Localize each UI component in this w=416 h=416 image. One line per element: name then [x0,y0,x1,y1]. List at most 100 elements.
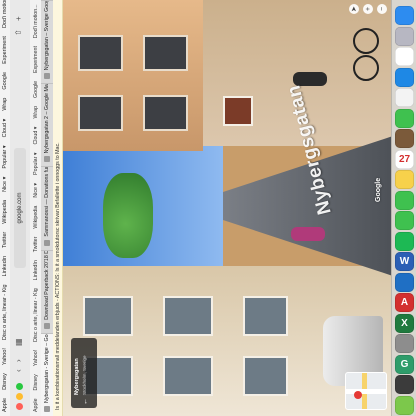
url-text: google.com [17,192,23,224]
browser-tab[interactable]: Nybergsgatan - Sverige – Google Maps [41,332,53,416]
favorite-link[interactable]: Popular ▾ [33,153,39,175]
tree [103,173,153,258]
mini-map[interactable] [345,372,387,410]
toolbar: ‹ › ▦ google.com ⇧ + [10,0,31,416]
keynote-icon[interactable] [395,334,414,353]
favorite-link[interactable]: Cloud ▾ [33,127,39,145]
calendar-icon[interactable]: 27 [395,149,414,169]
tab-label: Nybergsgatan - Sverige – Google Maps [44,332,50,403]
menu-item[interactable]: Twitter [2,232,8,248]
menu-item[interactable]: Nice ▾ [2,177,8,192]
tab-label: Nybergsgatan 2 – Google Maps [44,83,50,154]
browser-tab[interactable]: Nybergsgatan – Sverige Google [41,0,53,84]
window [243,356,288,396]
chrome-icon[interactable] [395,47,414,66]
pedestrian [291,227,325,241]
favorite-link[interactable]: Wrap [33,106,39,119]
share-icon[interactable]: ⇧ [14,29,23,36]
spotify-icon[interactable] [395,231,414,251]
menu-item[interactable]: Popular ▾ [2,145,8,168]
back-arrow-icon[interactable]: ← [82,398,89,405]
browser-tab[interactable]: Download Paperback 20'18 Disbanfo... [41,249,53,333]
tab-bar: Nybergsgatan - Sverige – Google Maps Down… [41,0,53,416]
menu-item[interactable]: Experiment [2,36,8,64]
window [143,35,188,71]
zoom-in-icon[interactable]: + [363,4,373,14]
menu-item[interactable]: Yahoo! [2,348,8,365]
dock: 27 W A X G [391,0,416,416]
dock-icon-glyph: 27 [398,153,411,165]
whatsapp-icon[interactable] [395,190,414,210]
pegman-icon[interactable] [354,391,362,399]
grammarly-icon[interactable]: G [395,354,414,374]
forward-icon[interactable]: › [14,359,23,362]
zoom-window-button[interactable] [16,383,23,390]
street-view-panorama[interactable]: Nybergsgatan ← Nybergsgatan Stockholm, S… [63,0,391,416]
menu-item[interactable]: Disney [2,373,8,390]
messages-icon[interactable] [395,108,414,128]
close-window-button[interactable] [16,403,23,410]
address-bar[interactable]: google.com [14,148,26,268]
favorite-link[interactable]: Yahoo! [33,350,39,366]
dock-icon-glyph: A [400,297,409,308]
favorite-link[interactable]: Experiment [33,46,39,73]
safari-icon[interactable] [395,67,414,87]
new-tab-icon[interactable]: + [14,16,23,21]
favorite-link[interactable]: Google [33,81,39,98]
safari-window: Apple Disney Yahoo! Disc o arte, linear - K… [0,0,391,416]
address-title: Nybergsgatan [74,358,80,395]
photos-icon[interactable] [395,88,414,107]
minimap-road [346,389,386,394]
menu-item[interactable]: Cloud ▾ [2,119,8,138]
favorite-link[interactable]: Disc o arte, linear - Kig [33,288,39,342]
zoom-out-icon[interactable]: − [377,4,387,14]
favorite-link[interactable]: Wikipedia [33,206,39,229]
screen: Apple Disney Yahoo! Disc o arte, linear - K… [0,0,416,416]
window [83,296,133,336]
launchpad-icon[interactable] [395,26,414,46]
minimize-window-button[interactable] [16,393,23,400]
contacts-icon[interactable] [395,129,414,148]
browser-tab[interactable]: Sammanossi — Donations fur Urlau... [41,166,53,250]
green-app-icon[interactable] [395,395,414,415]
tab-favicon-icon [44,406,50,412]
sidebar-icon[interactable]: ▦ [14,338,23,346]
favorite-link[interactable]: Apple [33,398,39,412]
notification-banner: Is it a kombinationsmall meddelanden erb… [53,0,63,416]
camera-icon[interactable] [395,375,414,394]
menu-item[interactable]: Linkedin [2,256,8,277]
favorite-link[interactable]: Dod'i motion... [33,4,39,38]
menu-bar: Apple Disney Yahoo! Disc o arte, linear - K… [0,0,10,416]
address-card[interactable]: ← Nybergsgatan Stockholm, Sverige [71,338,97,408]
excel-icon[interactable]: X [395,313,414,333]
menu-item[interactable]: Wrap [2,98,8,111]
acrobat-icon[interactable]: A [395,293,414,312]
finder-icon[interactable] [395,6,414,25]
menu-item[interactable]: Wikipedia [2,200,8,224]
tab-favicon-icon [44,239,50,246]
favorite-link[interactable]: Disney [33,374,39,390]
menu-item[interactable]: Apple [2,398,8,412]
favorite-link[interactable]: LinkedIn [33,260,39,280]
tab-label: Nybergsgatan – Sverige Google [44,0,50,71]
bicycle-wheel [353,55,379,81]
browser-tab[interactable]: Nybergsgatan 2 – Google Maps [41,83,53,167]
google-logo: Google [375,177,382,202]
tab-favicon-icon [44,322,50,329]
compass-icon[interactable]: ➤ [349,4,359,14]
window [78,35,123,71]
menu-item[interactable]: Google [2,72,8,90]
banner-text: Is it a kombinationsmall meddelanden erb… [54,142,61,410]
back-icon[interactable]: ‹ [14,369,23,372]
facetime-icon[interactable] [395,211,414,230]
menu-item[interactable]: Disc o arte, linear - Kig [2,284,8,340]
favorite-link[interactable]: Twitter [33,237,39,253]
word-icon[interactable]: W [395,252,414,271]
favorite-link[interactable]: Nice ▾ [33,183,39,198]
address-subtitle: Stockholm, Sverige [82,355,87,395]
shop-door [223,96,253,126]
menu-item[interactable]: Dod'i motion... [2,0,8,28]
window [243,296,288,336]
outlook-icon[interactable] [395,272,414,292]
notes-icon[interactable] [395,170,414,189]
